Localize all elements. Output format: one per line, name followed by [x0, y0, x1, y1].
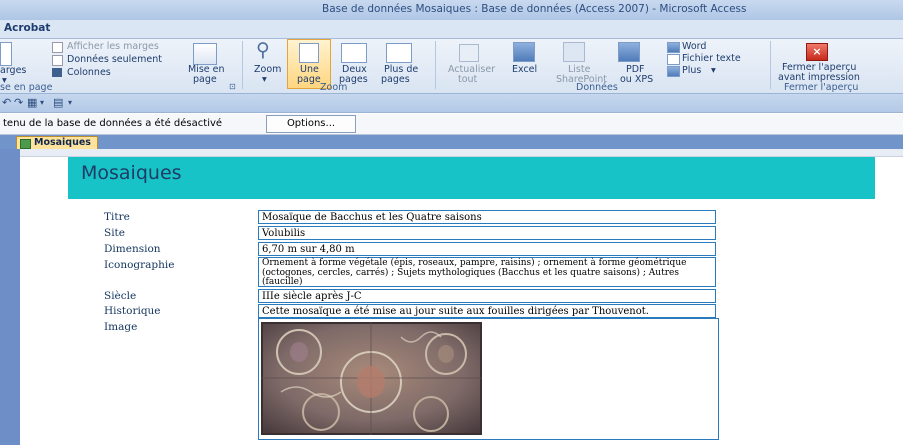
actualiser-tout-label-line2: tout: [458, 74, 478, 85]
group-zoom-label: Zoom: [320, 82, 348, 93]
field-label-iconographie: Iconographie: [104, 259, 175, 271]
quick-access-toolbar: ↶ ↷ ▦ ▾ ▤ ▾: [0, 94, 903, 113]
plus-icon: [667, 66, 680, 77]
zoom-dropdown-icon[interactable]: ▾: [262, 75, 267, 85]
field-value-historique: Cette mosaïque a été mise au jour suite …: [258, 304, 716, 318]
field-value-siecle: IIIe siècle après J-C: [258, 289, 716, 303]
group-separator: [242, 41, 243, 89]
dialog-launcher-icon[interactable]: ⊡: [229, 82, 236, 91]
colonnes-button[interactable]: Colonnes: [67, 68, 111, 78]
fichier-texte-button[interactable]: Fichier texte: [682, 54, 741, 64]
field-value-site: Volubilis: [258, 226, 716, 240]
undo-icon[interactable]: ↶: [2, 96, 11, 109]
mise-en-page-icon: [193, 43, 217, 65]
field-value-titre: Mosaïque de Bacchus et les Quatre saison…: [258, 210, 716, 224]
group-fermer-label: Fermer l'aperçu: [784, 82, 859, 93]
donnees-seulement-label: Données seulement: [67, 54, 162, 65]
view-dropdown-icon[interactable]: ▾: [40, 98, 44, 107]
plus-dropdown-icon[interactable]: ▾: [711, 66, 716, 76]
report-top-margin: [20, 149, 903, 157]
field-label-image: Image: [104, 321, 138, 333]
group-donnees-label: Données: [576, 82, 618, 93]
afficher-marges-checkbox[interactable]: [52, 42, 63, 53]
ribbon: arges ▾ Afficher les marges Données seul…: [0, 39, 903, 94]
excel-button[interactable]: Excel: [512, 65, 537, 75]
field-label-titre: Titre: [104, 211, 130, 223]
zoom-button[interactable]: Zoom: [254, 65, 281, 75]
field-value-image: [258, 318, 719, 440]
une-page-label-line2: page: [297, 74, 321, 85]
field-label-site: Site: [104, 227, 125, 239]
plus-button[interactable]: Plus: [682, 66, 701, 76]
pdf-xps-icon: [618, 42, 640, 62]
mosaic-photo: [261, 322, 482, 435]
deux-pages-icon: [341, 43, 367, 63]
report-icon: [20, 139, 31, 149]
tab-acrobat[interactable]: Acrobat: [0, 22, 50, 34]
options-button[interactable]: Options...: [266, 115, 356, 133]
ribbon-tab-row: Acrobat: [0, 20, 903, 39]
document-tab-label: Mosaiques: [34, 137, 91, 148]
actualiser-icon: [459, 44, 479, 62]
navigation-pane-collapsed[interactable]: [0, 149, 20, 445]
window-title-bar: Base de données Mosaiques : Base de donn…: [0, 0, 903, 20]
afficher-marges-label: Afficher les marges: [67, 41, 159, 52]
security-warning-bar: tenu de la base de données a été désacti…: [0, 114, 903, 135]
excel-export-icon: [513, 42, 535, 62]
report-title: Mosaiques: [81, 162, 182, 184]
document-tab-mosaiques[interactable]: Mosaiques: [16, 136, 98, 150]
zoom-magnifier-icon: ⚲: [256, 39, 270, 61]
colonnes-icon: [52, 68, 62, 77]
word-icon: [667, 42, 680, 53]
group-separator: [435, 41, 436, 89]
plus-de-pages-icon: [386, 43, 412, 63]
word-button[interactable]: Word: [682, 42, 706, 52]
group-mise-en-page-label: se en page: [0, 82, 53, 93]
report-title-band: [68, 157, 875, 199]
document-tab-strip: Mosaiques: [0, 135, 903, 150]
marges-icon: [0, 42, 12, 66]
donnees-seulement-checkbox[interactable]: [52, 55, 63, 66]
security-message: tenu de la base de données a été désacti…: [3, 118, 223, 129]
field-value-dimension: 6,70 m sur 4,80 m: [258, 242, 716, 256]
une-page-icon: [299, 43, 319, 63]
close-preview-icon: ×: [806, 43, 828, 61]
field-label-historique: Historique: [104, 305, 161, 317]
field-label-siecle: Siècle: [104, 290, 137, 302]
view-icon[interactable]: ▦: [27, 96, 37, 109]
group-separator: [770, 41, 771, 89]
mise-en-page-button-line2: page: [193, 74, 217, 85]
sharepoint-list-icon: [563, 42, 585, 62]
redo-icon[interactable]: ↷: [14, 96, 23, 109]
window-title: Base de données Mosaiques : Base de donn…: [322, 3, 747, 15]
layout-icon[interactable]: ▤: [53, 96, 63, 109]
pdf-xps-label-line2: ou XPS: [620, 74, 654, 85]
field-label-dimension: Dimension: [104, 243, 161, 255]
field-value-iconographie: Ornement à forme végétale (épis, roseaux…: [258, 257, 716, 287]
customize-toolbar-icon[interactable]: ▾: [68, 98, 72, 107]
fichier-texte-icon: [667, 54, 680, 65]
plus-de-pages-label-line2: pages: [381, 74, 410, 85]
